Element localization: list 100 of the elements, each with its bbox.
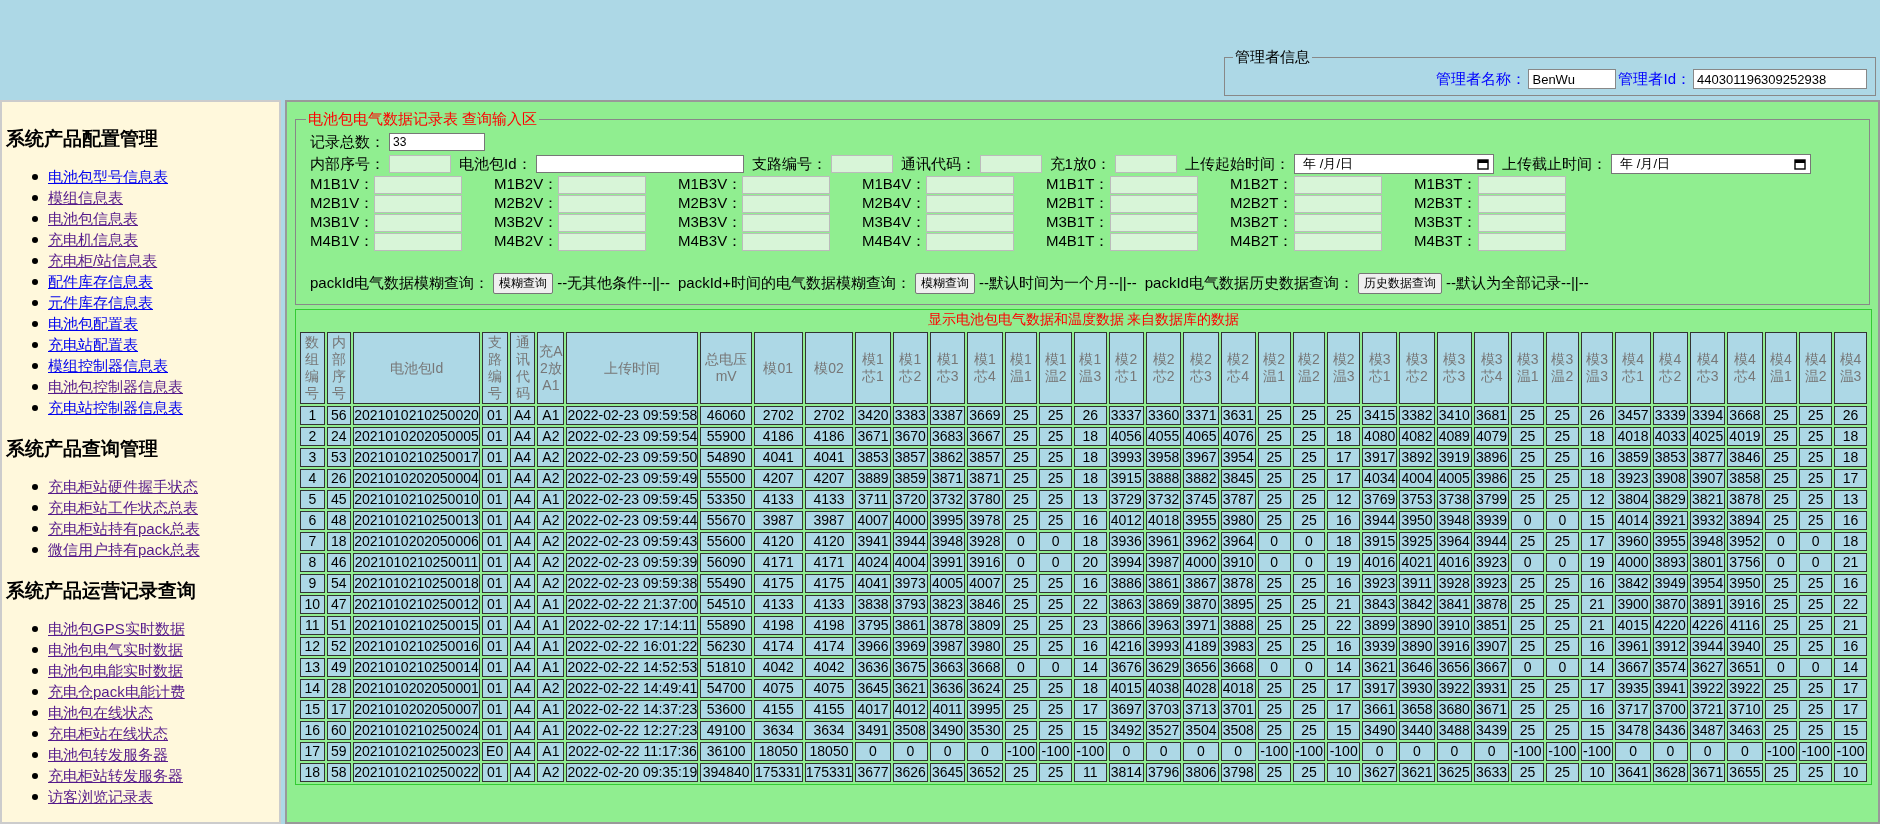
table-cell: 3878 bbox=[1727, 490, 1763, 509]
sidebar-link[interactable]: 充电站配置表 bbox=[48, 334, 138, 355]
input-field[interactable] bbox=[742, 232, 830, 251]
table-cell: 3658 bbox=[1399, 700, 1435, 719]
record-total-field[interactable]: 33 bbox=[389, 133, 485, 151]
query-button[interactable]: 模糊查询 bbox=[914, 273, 975, 294]
sidebar-link[interactable]: 充电仓pack电能计费 bbox=[48, 681, 185, 702]
table-cell: 25 bbox=[1764, 616, 1798, 635]
column-header: 充A2放A1 bbox=[537, 332, 565, 404]
input-field[interactable] bbox=[926, 213, 1014, 232]
input-field[interactable] bbox=[558, 194, 646, 213]
table-cell: 25 bbox=[1511, 616, 1544, 635]
input-field[interactable] bbox=[926, 194, 1014, 213]
table-cell: 0 bbox=[1399, 742, 1435, 761]
table-cell: 25 bbox=[1039, 574, 1072, 593]
bullet-icon bbox=[32, 772, 38, 779]
query-button[interactable]: 模糊查询 bbox=[493, 273, 554, 294]
input-field[interactable] bbox=[374, 232, 462, 251]
table-cell: 25 bbox=[1039, 448, 1072, 467]
table-cell: 4017 bbox=[855, 700, 891, 719]
table-cell: 3625 bbox=[1436, 763, 1472, 782]
input-field[interactable] bbox=[1110, 175, 1198, 194]
date-field[interactable]: 年 /月/日 bbox=[1294, 154, 1495, 174]
field-label: M1B2T： bbox=[1230, 175, 1290, 194]
table-cell: 4075 bbox=[753, 679, 803, 698]
table-cell: 0 bbox=[1292, 553, 1326, 572]
input-field[interactable] bbox=[1478, 232, 1566, 251]
table-cell: 3488 bbox=[1436, 721, 1472, 740]
sidebar-link[interactable]: 充电柜站持有pack总表 bbox=[48, 518, 200, 539]
sidebar-link[interactable]: 电池包电气实时数据 bbox=[48, 639, 183, 660]
column-header: 模2温3 bbox=[1327, 332, 1361, 404]
table-cell: 25 bbox=[1039, 700, 1072, 719]
input-field[interactable] bbox=[742, 213, 830, 232]
sidebar-link[interactable]: 配件库存信息表 bbox=[48, 271, 153, 292]
table-cell: 4005 bbox=[1436, 469, 1472, 488]
input-field[interactable] bbox=[558, 232, 646, 251]
table-cell: 3870 bbox=[1183, 595, 1219, 614]
date-field[interactable]: 年 /月/日 bbox=[1611, 154, 1812, 174]
table-cell: 0 bbox=[1511, 511, 1544, 530]
table-cell: A2 bbox=[537, 574, 565, 593]
input-field[interactable] bbox=[558, 175, 646, 194]
sidebar-link[interactable]: 电池包在线状态 bbox=[48, 702, 153, 723]
sidebar-link[interactable]: 充电柜站转发服务器 bbox=[48, 765, 183, 786]
admin-name-field[interactable]: BenWu bbox=[1528, 69, 1617, 89]
input-field[interactable] bbox=[535, 155, 744, 173]
table-cell: 3907 bbox=[1690, 469, 1726, 488]
sidebar-link[interactable]: 充电站控制器信息表 bbox=[48, 397, 183, 418]
sidebar-link[interactable]: 充电机信息表 bbox=[48, 229, 138, 250]
table-cell: 25 bbox=[1511, 700, 1544, 719]
input-field[interactable] bbox=[742, 194, 830, 213]
sidebar-link[interactable]: 电池包配置表 bbox=[48, 313, 138, 334]
bullet-icon bbox=[32, 504, 38, 511]
input-field[interactable] bbox=[742, 175, 830, 194]
table-cell: 3677 bbox=[855, 763, 891, 782]
input-field[interactable] bbox=[1294, 175, 1382, 194]
input-field[interactable] bbox=[1478, 175, 1566, 194]
input-field[interactable] bbox=[374, 213, 462, 232]
admin-id-field[interactable]: 440301196309252938 bbox=[1693, 69, 1867, 89]
input-field[interactable] bbox=[1115, 155, 1178, 173]
input-field[interactable] bbox=[830, 155, 893, 173]
table-cell: 3675 bbox=[892, 658, 928, 677]
sidebar-link[interactable]: 模组信息表 bbox=[48, 187, 123, 208]
table-cell: A4 bbox=[509, 742, 536, 761]
sidebar-link[interactable]: 充电柜/站信息表 bbox=[48, 250, 158, 271]
field-label: M1B3T： bbox=[1414, 175, 1474, 194]
input-field[interactable] bbox=[979, 155, 1042, 173]
sidebar-link[interactable]: 充电柜站在线状态 bbox=[48, 723, 168, 744]
sidebar-link[interactable]: 微信用户持有pack总表 bbox=[48, 539, 200, 560]
input-field[interactable] bbox=[558, 213, 646, 232]
sidebar-link[interactable]: 访客浏览记录表 bbox=[48, 786, 153, 807]
input-field[interactable] bbox=[374, 194, 462, 213]
input-field[interactable] bbox=[1478, 213, 1566, 232]
table-cell: 2021010210250014 bbox=[353, 658, 480, 677]
sidebar-link[interactable]: 电池包控制器信息表 bbox=[48, 376, 183, 397]
input-field[interactable] bbox=[1110, 232, 1198, 251]
sidebar-link[interactable]: 电池包电能实时数据 bbox=[48, 660, 183, 681]
query-button[interactable]: 历史数据查询 bbox=[1357, 273, 1442, 294]
sidebar-link[interactable]: 电池包GPS实时数据 bbox=[48, 618, 185, 639]
input-field[interactable] bbox=[1110, 213, 1198, 232]
input-field[interactable] bbox=[1294, 232, 1382, 251]
input-field[interactable] bbox=[1294, 194, 1382, 213]
sidebar-link[interactable]: 充电柜站硬件握手状态 bbox=[48, 476, 198, 497]
sidebar-link[interactable]: 模组控制器信息表 bbox=[48, 355, 168, 376]
table-cell: 3668 bbox=[1727, 406, 1763, 425]
input-field[interactable] bbox=[374, 175, 462, 194]
sidebar-link[interactable]: 电池包信息表 bbox=[48, 208, 138, 229]
table-cell: 25 bbox=[1545, 595, 1579, 614]
input-field[interactable] bbox=[926, 232, 1014, 251]
input-field[interactable] bbox=[1110, 194, 1198, 213]
table-cell: 4056 bbox=[1108, 427, 1144, 446]
sidebar-link[interactable]: 电池包转发服务器 bbox=[48, 744, 168, 765]
table-cell: 15 bbox=[1074, 721, 1107, 740]
input-field[interactable] bbox=[1294, 213, 1382, 232]
sidebar-link[interactable]: 元件库存信息表 bbox=[48, 292, 153, 313]
input-field[interactable] bbox=[389, 155, 451, 173]
field-label: 内部序号： bbox=[310, 154, 385, 174]
sidebar-link[interactable]: 充电柜站工作状态总表 bbox=[48, 497, 198, 518]
input-field[interactable] bbox=[1478, 194, 1566, 213]
input-field[interactable] bbox=[926, 175, 1014, 194]
sidebar-link[interactable]: 电池包型号信息表 bbox=[48, 166, 168, 187]
